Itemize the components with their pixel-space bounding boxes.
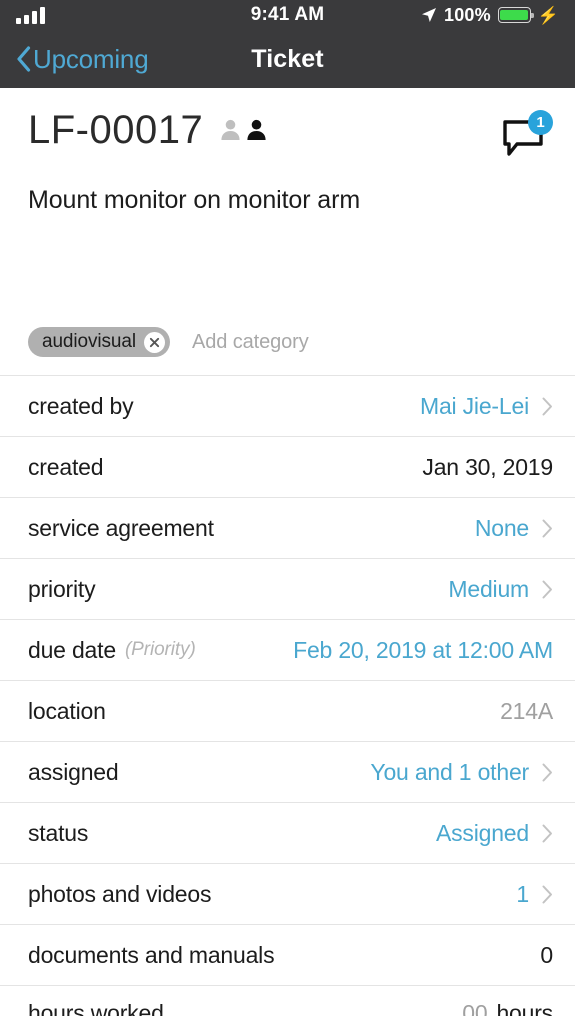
person-icon-gray (221, 119, 240, 141)
detail-row-value: 1 (516, 880, 529, 907)
comment-count-badge: 1 (528, 110, 553, 135)
detail-row-unit: hours (496, 1000, 553, 1016)
detail-row-value: Feb 20, 2019 at 12:00 AM (293, 636, 553, 663)
detail-row[interactable]: created by Mai Jie-Lei (0, 375, 575, 436)
detail-row[interactable]: assigned You and 1 other (0, 741, 575, 802)
close-icon[interactable] (143, 331, 165, 353)
ticket-header: LF-00017 1 (0, 88, 575, 160)
detail-row: created Jan 30, 2019 (0, 436, 575, 497)
detail-row-value: Assigned (435, 819, 529, 846)
chevron-right-icon (542, 397, 552, 415)
detail-row: hours worked 00 hours (0, 985, 575, 1016)
comments-button[interactable]: 1 (501, 110, 553, 160)
detail-row-right: None (475, 515, 553, 542)
detail-list: created by Mai Jie-Lei created Jan 30, 2019… (0, 375, 575, 1016)
navigation-bar: Upcoming Ticket (0, 30, 575, 88)
detail-row-right: 0 (540, 942, 553, 969)
detail-row-right: Medium (448, 576, 553, 603)
detail-row-value: Medium (448, 575, 529, 602)
back-button-label: Upcoming (33, 43, 149, 74)
chevron-right-icon (542, 824, 552, 842)
detail-row: due date (Priority) Feb 20, 2019 at 12:00 … (0, 619, 575, 680)
detail-row-value: 0 (540, 941, 553, 968)
detail-row-right: 214A (500, 698, 553, 725)
back-button[interactable]: Upcoming (16, 43, 149, 75)
detail-row-label: location (28, 697, 106, 724)
detail-row-label: created by (28, 392, 134, 419)
detail-row: documents and manuals 0 (0, 924, 575, 985)
detail-row-right: 00 hours (462, 1000, 553, 1016)
detail-row-label: hours worked (28, 1000, 164, 1016)
detail-row-value: Jan 30, 2019 (422, 453, 553, 480)
detail-row-value: Mai Jie-Lei (419, 392, 529, 419)
detail-row[interactable]: priority Medium (0, 558, 575, 619)
detail-row-label: created (28, 453, 104, 480)
detail-row-right: Jan 30, 2019 (422, 454, 553, 481)
ticket-detail-screen: 9:41 AM 100% ⚡ Upcoming Ticket LF-00017 (0, 0, 575, 1021)
lightning-bolt-icon: ⚡ (537, 5, 559, 25)
ticket-id: LF-00017 (28, 108, 204, 152)
add-category-button[interactable]: Add category (192, 331, 309, 354)
category-row: audiovisual Add category (0, 319, 575, 365)
detail-row-label: status (28, 819, 89, 846)
person-icon-black (247, 119, 266, 141)
battery-percent-label: 100% (443, 4, 491, 25)
chevron-right-icon (542, 885, 552, 903)
detail-row-right: You and 1 other (370, 759, 553, 786)
detail-row-right: Assigned (436, 820, 553, 847)
assignee-avatars (219, 118, 268, 141)
detail-row-label: due date (28, 636, 116, 663)
chevron-right-icon (542, 580, 552, 598)
detail-row-label: assigned (28, 758, 119, 785)
detail-row-right: Feb 20, 2019 at 12:00 AM (293, 637, 553, 664)
detail-row: location 214A (0, 680, 575, 741)
detail-row-right: Mai Jie-Lei (420, 393, 553, 420)
ticket-description: Mount monitor on monitor arm (28, 186, 361, 214)
detail-row-label: service agreement (28, 514, 214, 541)
category-chip[interactable]: audiovisual (28, 327, 170, 357)
detail-row-label: photos and videos (28, 880, 212, 907)
battery-full-icon (497, 7, 534, 23)
chevron-right-icon (542, 519, 552, 537)
detail-row-label: priority (28, 575, 96, 602)
detail-row-value: You and 1 other (370, 758, 529, 785)
detail-row[interactable]: service agreement None (0, 497, 575, 558)
detail-row-value: 214A (500, 697, 553, 724)
content-area: LF-00017 1 Mount monitor on monitor arm (0, 88, 575, 1021)
status-bar: 9:41 AM 100% ⚡ (0, 0, 575, 30)
status-bar-right: 100% ⚡ (421, 5, 559, 26)
chevron-left-icon (17, 46, 31, 72)
detail-row[interactable]: status Assigned (0, 802, 575, 863)
detail-row-label: documents and manuals (28, 941, 275, 968)
detail-row[interactable]: photos and videos 1 (0, 863, 575, 924)
chevron-right-icon (542, 763, 552, 781)
detail-row-value: 00 (462, 1000, 488, 1016)
location-arrow-icon (421, 8, 436, 22)
category-chip-label: audiovisual (42, 331, 136, 352)
detail-row-sublabel: (Priority) (124, 639, 196, 660)
detail-row-right: 1 (516, 881, 553, 908)
detail-row-value: None (474, 514, 529, 541)
